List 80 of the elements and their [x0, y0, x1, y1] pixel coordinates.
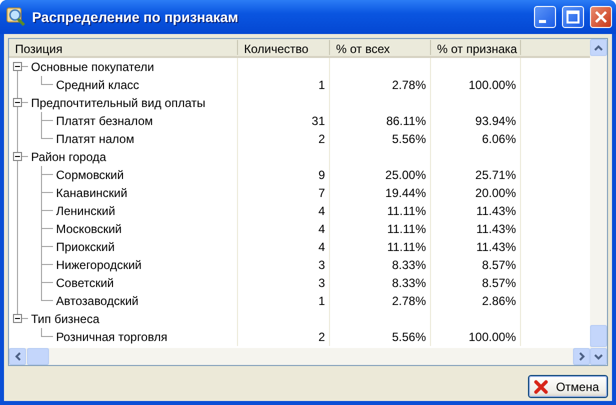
table-cell: 31 — [238, 112, 330, 130]
table-cell: 7 — [238, 184, 330, 202]
minimize-icon — [539, 20, 546, 22]
scrollbar-thumb[interactable] — [590, 325, 607, 347]
table-cell: 2.78% — [330, 76, 431, 94]
table-cell: 11.43% — [431, 238, 521, 256]
tree-item-label[interactable]: Ленинский — [56, 204, 116, 218]
magnifier-icon — [6, 7, 26, 27]
tree-group-label[interactable]: Район города — [31, 150, 106, 164]
tree-group-label[interactable]: Тип бизнеса — [31, 312, 100, 326]
collapse-icon[interactable] — [13, 152, 22, 161]
table-cell: 1 — [238, 292, 330, 310]
maximize-icon — [566, 10, 580, 24]
table-cell: 86.11% — [330, 112, 431, 130]
scroll-down-button[interactable] — [590, 348, 607, 365]
table-cell: 8.33% — [330, 256, 431, 274]
table-cell: 19.44% — [330, 184, 431, 202]
table-cell: 100.00% — [431, 328, 521, 346]
column-header[interactable]: % от всех — [330, 40, 431, 55]
tree-item-label[interactable]: Платят налом — [56, 132, 134, 146]
table-cell: 5.56% — [330, 130, 431, 148]
table-cell: 11.11% — [330, 202, 431, 220]
cross-icon — [534, 380, 548, 394]
scroll-up-button[interactable] — [590, 39, 607, 56]
table-cell: 100.00% — [431, 76, 521, 94]
tree-item-label[interactable]: Нижегородский — [56, 258, 142, 272]
table-cell: 2.86% — [431, 292, 521, 310]
column-header[interactable]: % от признака — [431, 40, 521, 55]
table-cell: 8.57% — [431, 274, 521, 292]
tree-item-label[interactable]: Платят безналом — [56, 114, 153, 128]
tree-item-label[interactable]: Канавинский — [56, 186, 128, 200]
cancel-button[interactable]: Отмена — [528, 375, 608, 398]
tree-item-label[interactable]: Приокский — [56, 240, 115, 254]
table-cell: 2.78% — [330, 292, 431, 310]
table-cell: 93.94% — [431, 112, 521, 130]
chevron-left-icon — [14, 352, 20, 361]
scroll-right-button[interactable] — [573, 348, 590, 365]
collapse-icon[interactable] — [13, 98, 22, 107]
chevron-right-icon — [578, 352, 584, 361]
tree-item-label[interactable]: Сормовский — [56, 168, 124, 182]
scroll-left-button[interactable] — [9, 348, 26, 365]
table-cell: 25.71% — [431, 166, 521, 184]
table-cell: 11.11% — [330, 238, 431, 256]
tree-group-label[interactable]: Предпочтительный вид оплаты — [31, 96, 206, 110]
close-button[interactable] — [590, 6, 612, 28]
table-cell: 11.11% — [330, 220, 431, 238]
column-header[interactable]: Количество — [238, 40, 330, 55]
table-cell: 25.00% — [330, 166, 431, 184]
table-cell: 4 — [238, 220, 330, 238]
collapse-icon[interactable] — [13, 62, 22, 71]
table-cell: 9 — [238, 166, 330, 184]
tree-item-label[interactable]: Средний класс — [56, 78, 140, 92]
minimize-button[interactable] — [534, 6, 556, 28]
table-cell: 8.57% — [431, 256, 521, 274]
tree-item-label[interactable]: Московский — [56, 222, 122, 236]
window-title: Распределение по признакам — [32, 9, 240, 25]
tree-group-label[interactable]: Основные покупатели — [31, 60, 154, 74]
table-cell: 8.33% — [330, 274, 431, 292]
scrollbar-thumb[interactable] — [27, 348, 49, 365]
table-cell: 2 — [238, 130, 330, 148]
table-cell: 5.56% — [330, 328, 431, 346]
close-icon — [594, 10, 608, 24]
table-cell: 3 — [238, 256, 330, 274]
table-cell: 2 — [238, 328, 330, 346]
chevron-up-icon — [594, 44, 603, 50]
table-cell: 6.06% — [431, 130, 521, 148]
table-cell: 1 — [238, 76, 330, 94]
tree-item-label[interactable]: Советский — [56, 276, 114, 290]
tree-item-label[interactable]: Розничная торговля — [56, 330, 168, 344]
column-header[interactable]: Позиция — [9, 40, 238, 55]
chevron-down-icon — [594, 354, 603, 360]
tree-item-label[interactable]: Автозаводский — [56, 294, 138, 308]
table-cell: 4 — [238, 238, 330, 256]
maximize-button[interactable] — [562, 6, 584, 28]
table-cell: 11.43% — [431, 220, 521, 238]
table-cell: 4 — [238, 202, 330, 220]
table-cell: 20.00% — [431, 184, 521, 202]
collapse-icon[interactable] — [13, 314, 22, 323]
table-cell: 3 — [238, 274, 330, 292]
table-cell: 11.43% — [431, 202, 521, 220]
